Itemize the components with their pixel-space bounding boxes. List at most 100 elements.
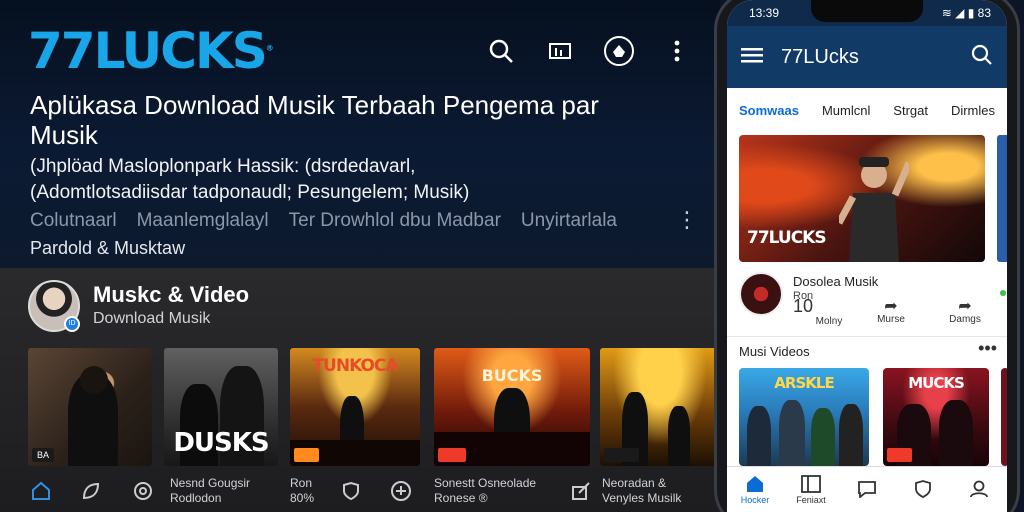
more-vert-icon[interactable] [660,34,694,68]
person-silhouette [839,404,863,466]
hero-nav-extra[interactable]: Pardold & Musktaw [30,238,185,259]
tab-mumlcnl[interactable]: Mumlcnl [822,103,870,118]
brand-logo[interactable]: 77LUCKS® [28,22,274,80]
phone-bottom-nav: Hocker Feniaxt [727,466,1007,512]
person-silhouette [747,406,771,466]
footer-label: Nesnd Gougsir Rodlodon [170,476,250,506]
footer-label-line: 80% [290,491,315,505]
hero-nav-item[interactable]: Ter Drowhlol dbu Madbar [289,210,501,232]
video-thumbnail[interactable]: BUCKS [434,348,590,466]
edit-icon[interactable] [568,478,594,504]
video-card[interactable]: MUCKS [883,368,989,466]
video-thumbnail[interactable]: TUNKOCA [290,348,420,466]
footer-label-line: Ronese ® [434,491,488,505]
artist-avatar[interactable] [739,272,783,316]
phone-screen: 13:39 ≋ ◢ ▮ 83 77LUcks Somwaas Mumlcnl S… [727,0,1007,512]
profile-icon [956,480,1002,500]
like-button[interactable]: Molny [809,316,849,327]
tab-dirmles[interactable]: Dirmles [951,103,995,118]
video-thumbnail[interactable]: DUSKS [164,348,278,466]
status-battery-text: 83 [977,6,991,20]
phone-tab-bar: Somwaas Mumlcnl Strgat Dirmles [727,88,1007,132]
hero-subtitle-line-1: (Jhplöad Masloplonpark Hassik: (dsrdedav… [30,156,416,177]
featured-meta: Dosolea Musik Ron 10 Molny ➦ Murse ➦ Dam… [739,270,997,334]
person-silhouette [939,400,973,466]
brand-logo-text: 77LUCKS [28,22,268,80]
tab-somwaas[interactable]: Somwaas [739,103,799,118]
hero-banner: 77LUCKS® Aplükasa Download Musik Terbaah… [0,0,720,268]
thumbnail-title: TUNKOCA [312,356,398,376]
more-horiz-icon[interactable]: ••• [978,338,997,359]
nav-library[interactable]: Feniaxt [788,474,834,505]
share-icon: ➦ [884,298,898,315]
cast-icon[interactable] [544,34,578,68]
video-card[interactable]: ARSKLE [739,368,869,466]
nav-label: Feniaxt [796,494,826,505]
home-icon [732,475,778,495]
registered-mark: ® [265,43,274,53]
featured-logo: 77LUCKS [747,228,827,248]
person-silhouette [779,400,805,466]
next-card-peek[interactable] [997,135,1007,262]
video-card-title: ARSKLE [774,374,834,392]
hero-toolbar [484,34,720,68]
shield-icon [900,479,946,500]
forward-icon: ➦ [958,298,972,315]
download-icon[interactable] [388,478,414,504]
videos-heading: Musi Videos [739,344,810,359]
divider [727,336,1007,337]
nav-shield[interactable] [900,479,946,500]
thumbnail-title: DUSKS [173,428,269,458]
hero-nav-more-icon[interactable]: ⋮ [676,209,698,231]
notification-icon[interactable] [604,36,634,66]
nav-home[interactable]: Hocker [732,475,778,505]
thumbnail-tag [294,448,320,462]
search-icon[interactable] [971,44,993,71]
channel-panel: ID Muskc & Video Download Musik BA DUSKS… [0,268,720,512]
thumbnail-tag [438,448,466,462]
wifi-icon: ≋ [941,6,952,20]
status-icons: ≋ ◢ ▮ 83 [942,6,991,20]
person-silhouette [811,408,835,466]
status-dot [1000,290,1006,296]
status-time: 13:39 [749,6,780,20]
hero-category-nav: Colutnaarl Maanlemglalayl Ter Drowhlol d… [30,210,710,232]
settings-icon[interactable] [130,478,156,504]
tab-strgat[interactable]: Strgat [893,103,928,118]
hero-nav-item[interactable]: Colutnaarl [30,210,117,232]
footer-label: Ron 80% [290,476,314,506]
video-thumbnail[interactable]: BA [28,348,152,466]
hero-nav-item[interactable]: Unyirtarlala [521,210,617,232]
footer-label: Neoradan & Venyles Musilk [602,476,681,506]
hero-subtitle-line-2: (Adomtlotsadiisdar tadponaudl; Pesungele… [30,182,470,203]
share-button[interactable]: ➦ Murse [871,296,911,325]
video-thumbnail[interactable] [600,348,720,466]
signal-icon: ◢ [955,6,965,20]
next-card-peek[interactable] [1001,368,1007,466]
channel-subtitle: Download Musik [93,310,211,327]
nav-label: Hocker [740,494,770,505]
performer-head [80,366,108,394]
hero-subtitle: (Jhplöad Masloplonpark Hassik: (dsrdedav… [30,154,590,206]
nav-profile[interactable] [956,480,1002,500]
footer-label-line: Neoradan & [602,476,667,490]
featured-video[interactable]: 77LUCKS [739,135,985,262]
library-icon [788,474,834,495]
channel-name[interactable]: Muskc & Video [93,282,249,308]
hero-nav-item[interactable]: Maanlemglalayl [137,210,269,232]
search-icon[interactable] [484,34,518,68]
home-icon[interactable] [28,478,54,504]
thumbnail-tag: BA [32,448,55,462]
nav-chat[interactable] [844,480,890,500]
footer-label-line: Venyles Musilk [602,491,682,505]
shield-icon[interactable] [338,478,364,504]
menu-icon[interactable] [741,46,763,69]
featured-count: 10 [793,296,814,316]
phone-notch [811,0,923,22]
hero-title: Aplükasa Download Musik Terbaah Pengema … [30,90,599,150]
action-label: Molny [815,316,843,327]
leaf-icon[interactable] [78,478,104,504]
thumbnail-title: BUCKS [481,366,543,385]
forward-button[interactable]: ➦ Damgs [945,296,985,325]
battery-icon: ▮ [967,6,975,20]
